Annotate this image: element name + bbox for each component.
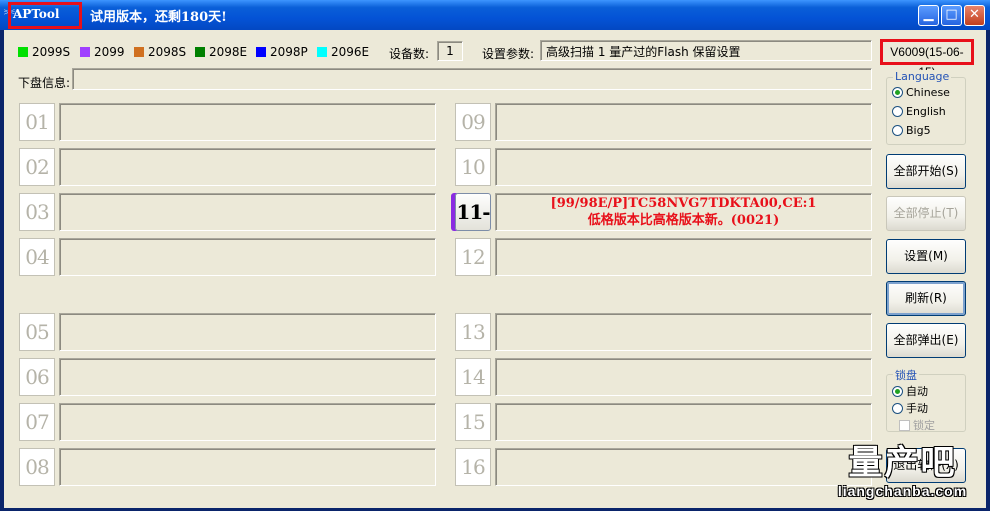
slot-number[interactable]: 06 [19,358,55,396]
legend-item: 2099S [18,45,70,59]
lock-group-title: 锁盘 [893,367,919,383]
radio-label: Chinese [906,86,950,99]
checkbox-icon [899,419,910,431]
legend-label: 2096E [331,45,370,59]
drive-info-field [72,68,872,90]
watermark-text: 量产吧 [848,443,957,483]
slot-status [495,103,872,141]
slot-number[interactable]: 04 [19,238,55,276]
minimize-button[interactable]: ▁ [918,5,939,26]
slot-status [59,403,436,441]
slot-status [59,103,436,141]
slot-status [495,238,872,276]
radio-selected-icon [892,87,903,98]
legend-label: 2098S [148,45,187,59]
slot-number[interactable]: 03 [19,193,55,231]
legend-swatch [18,47,28,57]
slot-status [495,313,872,351]
slot-status [59,148,436,186]
radio-label: 手动 [906,402,928,415]
language-big5-radio[interactable]: Big5 [892,124,931,137]
slot-number[interactable]: 16 [455,448,491,486]
legend-item: 2098E [195,45,247,59]
legend-label: 2098E [209,45,248,59]
lock-manual-radio[interactable]: 手动 [892,400,928,416]
title-highlight [8,2,82,29]
watermark-url: liangchanba.com [837,483,968,499]
close-button[interactable]: ✕ [964,5,985,26]
lock-group: 锁盘 自动 手动 锁定 [886,367,966,433]
slot-status-active: [99/98E/P]TC58NVG7TDKTA00,CE:1 低格版本比高格版本… [495,193,872,231]
slot-number[interactable]: 05 [19,313,55,351]
legend-label: 2099 [94,45,125,59]
device-count-label: 设备数: [389,47,430,61]
legend-item: 2098P [256,45,308,59]
legend-swatch [256,47,266,57]
slot-number[interactable]: 13 [455,313,491,351]
legend-label: 2098P [270,45,308,59]
slot-status [59,238,436,276]
slot-number[interactable]: 02 [19,148,55,186]
eject-all-button[interactable]: 全部弹出(E) [886,323,966,358]
legend-swatch [195,47,205,57]
slot-status [495,358,872,396]
legend-item: 2096E [317,45,369,59]
radio-icon [892,402,903,414]
language-group: Language Chinese English Big5 [886,70,966,145]
language-chinese-radio[interactable]: Chinese [892,86,950,99]
refresh-button[interactable]: 刷新(R) [886,281,966,316]
settings-label: 设置参数: [482,47,535,61]
title-bar: ⎃ APTool 试用版本，还剩180天! ▁ □ ✕ [0,0,990,30]
lock-checkbox[interactable]: 锁定 [899,417,935,433]
radio-label: 自动 [906,385,928,398]
slot-number[interactable]: 12 [455,238,491,276]
legend-label: 2099S [32,45,71,59]
main-panel: 2099S 2099 2098S 2098E 2098P 2096E 设备数: … [4,30,986,508]
lock-auto-radio[interactable]: 自动 [892,383,928,399]
legend-item: 2098S [134,45,186,59]
slot-status [59,193,436,231]
maximize-button[interactable]: □ [941,5,962,26]
slot-number-active[interactable]: 11-I [455,193,491,260]
settings-value: 高级扫描 1 量产过的Flash 保留设置 [540,40,872,61]
slot-number[interactable]: 08 [19,448,55,486]
slot-number[interactable]: 15 [455,403,491,441]
slot-number[interactable]: 09 [455,103,491,141]
slot-message-line1: [99/98E/P]TC58NVG7TDKTA00,CE:1 [550,196,817,211]
radio-icon [892,125,903,136]
device-count-value: 1 [437,41,463,61]
drive-info-label: 下盘信息: [18,76,71,90]
radio-selected-icon [892,385,903,397]
radio-label: Big5 [906,124,931,137]
slot-number[interactable]: 14 [455,358,491,396]
language-group-title: Language [893,70,952,83]
legend-swatch [317,47,327,57]
slot-status [495,403,872,441]
legend-swatch [80,47,90,57]
trial-notice: 试用版本，还剩180天! [90,10,227,25]
legend-item: 2099 [80,45,125,59]
slot-status [59,448,436,486]
language-english-radio[interactable]: English [892,105,946,118]
slot-message-line2: 低格版本比高格版本新。(0021) [587,213,780,228]
slot-number[interactable]: 07 [19,403,55,441]
slot-status [59,313,436,351]
slot-status [495,448,872,486]
version-label: V6009(15-06-15) [880,39,974,79]
start-all-button[interactable]: 全部开始(S) [886,154,966,189]
slot-status [59,358,436,396]
slot-number[interactable]: 10 [455,148,491,186]
radio-icon [892,106,903,117]
legend-swatch [134,47,144,57]
checkbox-label: 锁定 [913,419,935,432]
radio-label: English [906,105,946,118]
settings-button[interactable]: 设置(M) [886,239,966,274]
watermark-logo: 量产吧 liangchanba.com [825,443,980,503]
stop-all-button[interactable]: 全部停止(T) [886,196,966,231]
slot-status [495,148,872,186]
slot-number[interactable]: 01 [19,103,55,141]
